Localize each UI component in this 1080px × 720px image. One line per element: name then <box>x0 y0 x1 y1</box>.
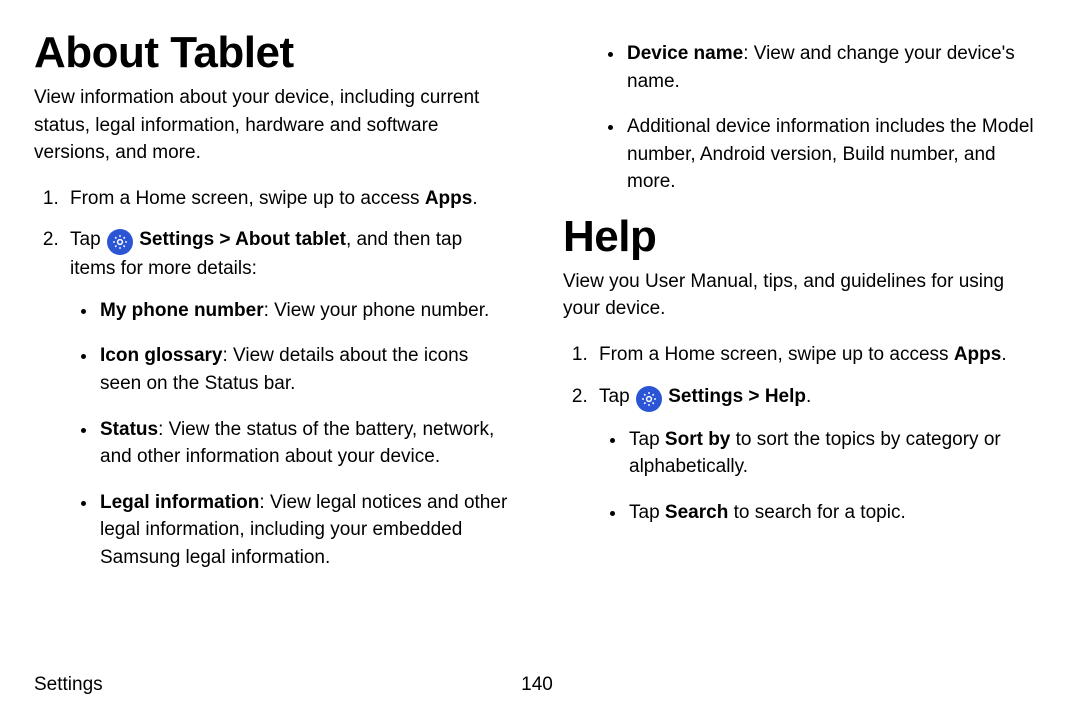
apps-bold: Apps <box>954 344 1002 365</box>
bullet-icon-glossary: Icon glossary: View details about the ic… <box>98 342 511 397</box>
left-column: About Tablet View information about your… <box>34 30 511 589</box>
about-steps: From a Home screen, swipe up to access A… <box>34 185 511 571</box>
help-intro: View you User Manual, tips, and guidelin… <box>563 268 1040 323</box>
help-step-1: From a Home screen, swipe up to access A… <box>593 341 1040 369</box>
text: Tap <box>629 502 665 523</box>
text: Tap <box>629 429 665 450</box>
settings-bold: Settings <box>139 229 214 250</box>
apps-bold: Apps <box>425 188 473 209</box>
sort-by-bold: Sort by <box>665 429 730 450</box>
label: My phone number <box>100 300 264 321</box>
label: Legal information <box>100 492 259 513</box>
about-step-1: From a Home screen, swipe up to access A… <box>64 185 511 213</box>
page-footer: Settings 140 <box>34 674 1040 696</box>
text: From a Home screen, swipe up to access <box>599 344 954 365</box>
text: Tap <box>599 386 635 407</box>
heading-help: Help <box>563 214 1040 260</box>
about-bullets: My phone number: View your phone number.… <box>70 297 511 571</box>
bullet-search: Tap Search to search for a topic. <box>627 499 1040 527</box>
help-steps: From a Home screen, swipe up to access A… <box>563 341 1040 526</box>
about-intro: View information about your device, incl… <box>34 84 511 167</box>
text: to search for a topic. <box>728 502 905 523</box>
label: Icon glossary <box>100 345 223 366</box>
footer-section: Settings <box>34 674 103 695</box>
about-bullets-cont: Device name: View and change your device… <box>563 40 1040 196</box>
bullet-device-name: Device name: View and change your device… <box>625 40 1040 95</box>
bullet-legal: Legal information: View legal notices an… <box>98 489 511 572</box>
text: . <box>806 386 811 407</box>
text: From a Home screen, swipe up to access <box>70 188 425 209</box>
search-bold: Search <box>665 502 728 523</box>
right-column: Device name: View and change your device… <box>563 30 1040 589</box>
about-tablet-bold: About tablet <box>235 229 346 250</box>
label: Device name <box>627 43 743 64</box>
bullet-status: Status: View the status of the battery, … <box>98 416 511 471</box>
desc: : View the status of the battery, networ… <box>100 419 494 468</box>
help-bullets: Tap Sort by to sort the topics by catego… <box>599 426 1040 527</box>
help-step-2: Tap Settings > Help. Tap Sort by to sort… <box>593 383 1040 527</box>
settings-gear-icon <box>107 229 133 255</box>
heading-about-tablet: About Tablet <box>34 30 511 76</box>
help-bold: Help <box>765 386 806 407</box>
text: . <box>1001 344 1006 365</box>
label: Status <box>100 419 158 440</box>
desc: : View your phone number. <box>264 300 490 321</box>
about-step-2: Tap Settings > About tablet, and then ta… <box>64 226 511 571</box>
bullet-my-phone: My phone number: View your phone number. <box>98 297 511 325</box>
settings-bold: Settings <box>668 386 743 407</box>
desc: Additional device information includes t… <box>627 116 1034 192</box>
text: . <box>472 188 477 209</box>
text: Tap <box>70 229 106 250</box>
chevron-icon: > <box>214 229 235 250</box>
chevron-icon: > <box>743 386 765 407</box>
settings-gear-icon <box>636 386 662 412</box>
page-number: 140 <box>521 674 553 696</box>
bullet-additional-info: Additional device information includes t… <box>625 113 1040 196</box>
bullet-sort-by: Tap Sort by to sort the topics by catego… <box>627 426 1040 481</box>
